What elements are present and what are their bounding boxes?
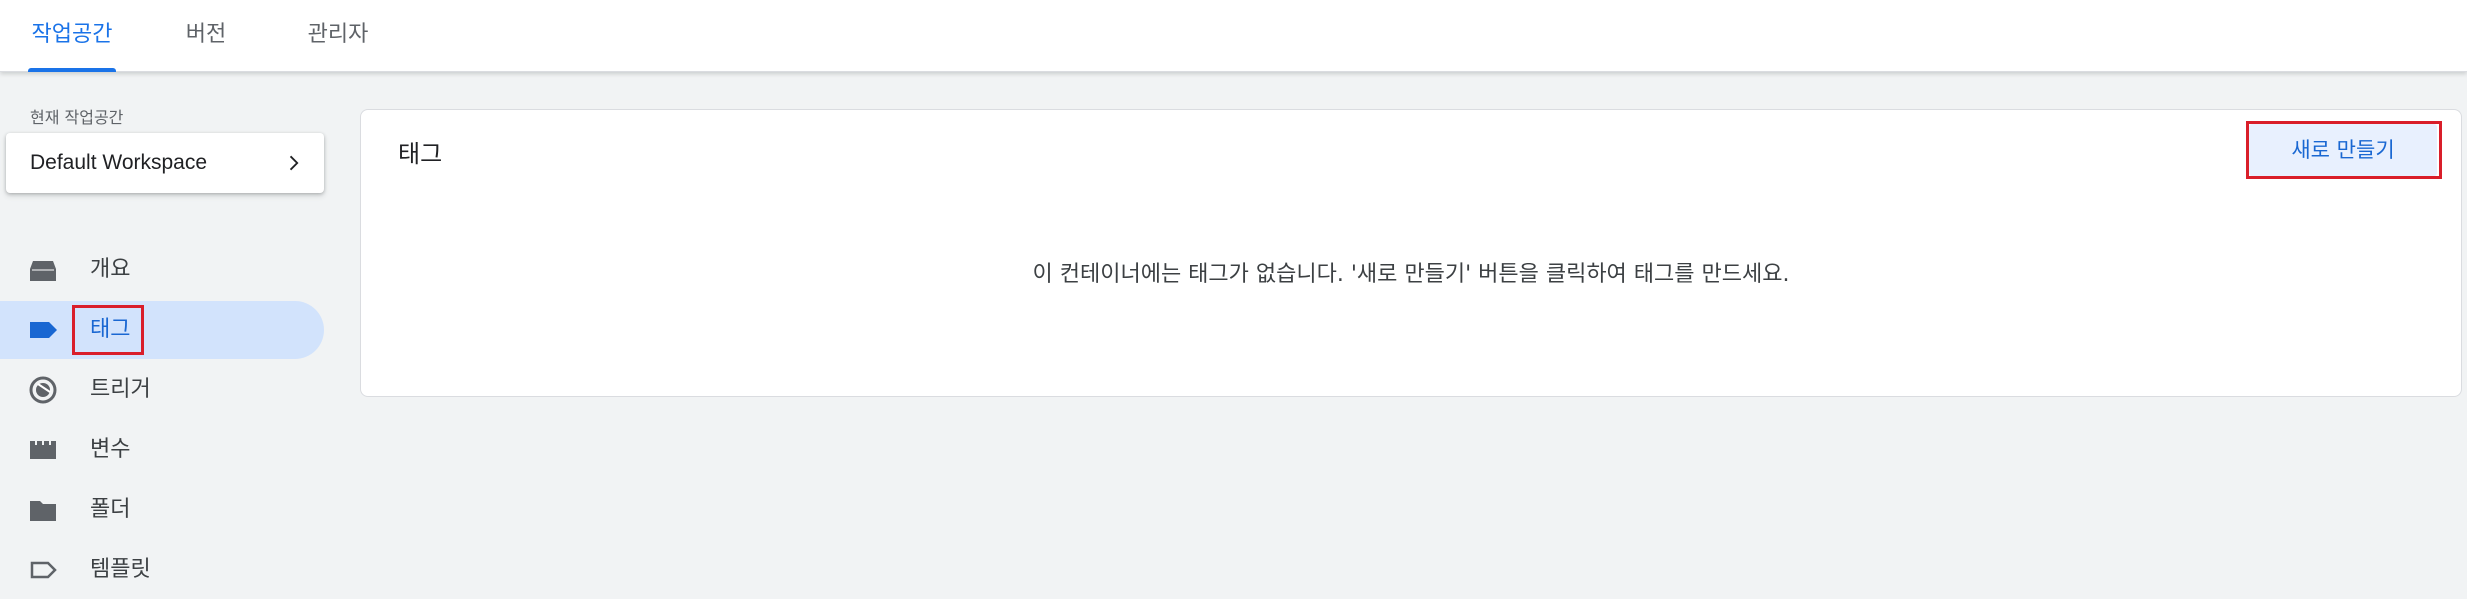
tab-admin[interactable]: 관리자 — [304, 0, 372, 72]
card-title: 태그 — [398, 140, 443, 168]
tab-versions[interactable]: 버전 — [182, 0, 230, 72]
sidebar-item-label: 폴더 — [90, 497, 131, 522]
empty-state-message: 이 컨테이너에는 태그가 없습니다. '새로 만들기' 버튼을 클릭하여 태그를… — [1032, 262, 1790, 287]
sidebar-item-folders[interactable]: 폴더 — [0, 481, 324, 539]
top-navigation-bar: 작업공간 버전 관리자 — [0, 0, 2467, 72]
overview-icon — [30, 261, 56, 281]
sidebar-item-label: 변수 — [90, 437, 131, 462]
new-tag-button[interactable]: 새로 만들기 — [2249, 124, 2437, 176]
tags-card: 태그 새로 만들기 이 컨테이너에는 태그가 없습니다. '새로 만들기' 버튼… — [360, 109, 2462, 397]
chevron-right-icon — [289, 155, 299, 171]
sidebar-item-variables[interactable]: 변수 — [0, 421, 324, 479]
tab-workspace[interactable]: 작업공간 — [28, 0, 116, 72]
workspace-name: Default Workspace — [30, 151, 208, 174]
sidebar-item-tags[interactable]: 태그 — [0, 301, 324, 359]
sidebar-item-overview[interactable]: 개요 — [0, 241, 324, 299]
sidebar-item-label: 태그 — [90, 317, 131, 342]
sidebar-item-label: 템플릿 — [90, 557, 151, 582]
sidebar-item-label: 개요 — [90, 257, 131, 282]
sidebar-item-triggers[interactable]: 트리거 — [0, 361, 324, 419]
sidebar-item-templates[interactable]: 템플릿 — [0, 541, 324, 599]
sidebar-item-label: 트리거 — [90, 377, 151, 402]
variables-icon — [30, 441, 56, 459]
trigger-icon — [29, 376, 57, 404]
workspace-selector[interactable]: Default Workspace — [6, 133, 324, 193]
current-workspace-label: 현재 작업공간 — [30, 108, 124, 127]
tag-icon — [30, 322, 57, 338]
folder-icon — [30, 501, 56, 521]
template-icon — [30, 561, 57, 579]
